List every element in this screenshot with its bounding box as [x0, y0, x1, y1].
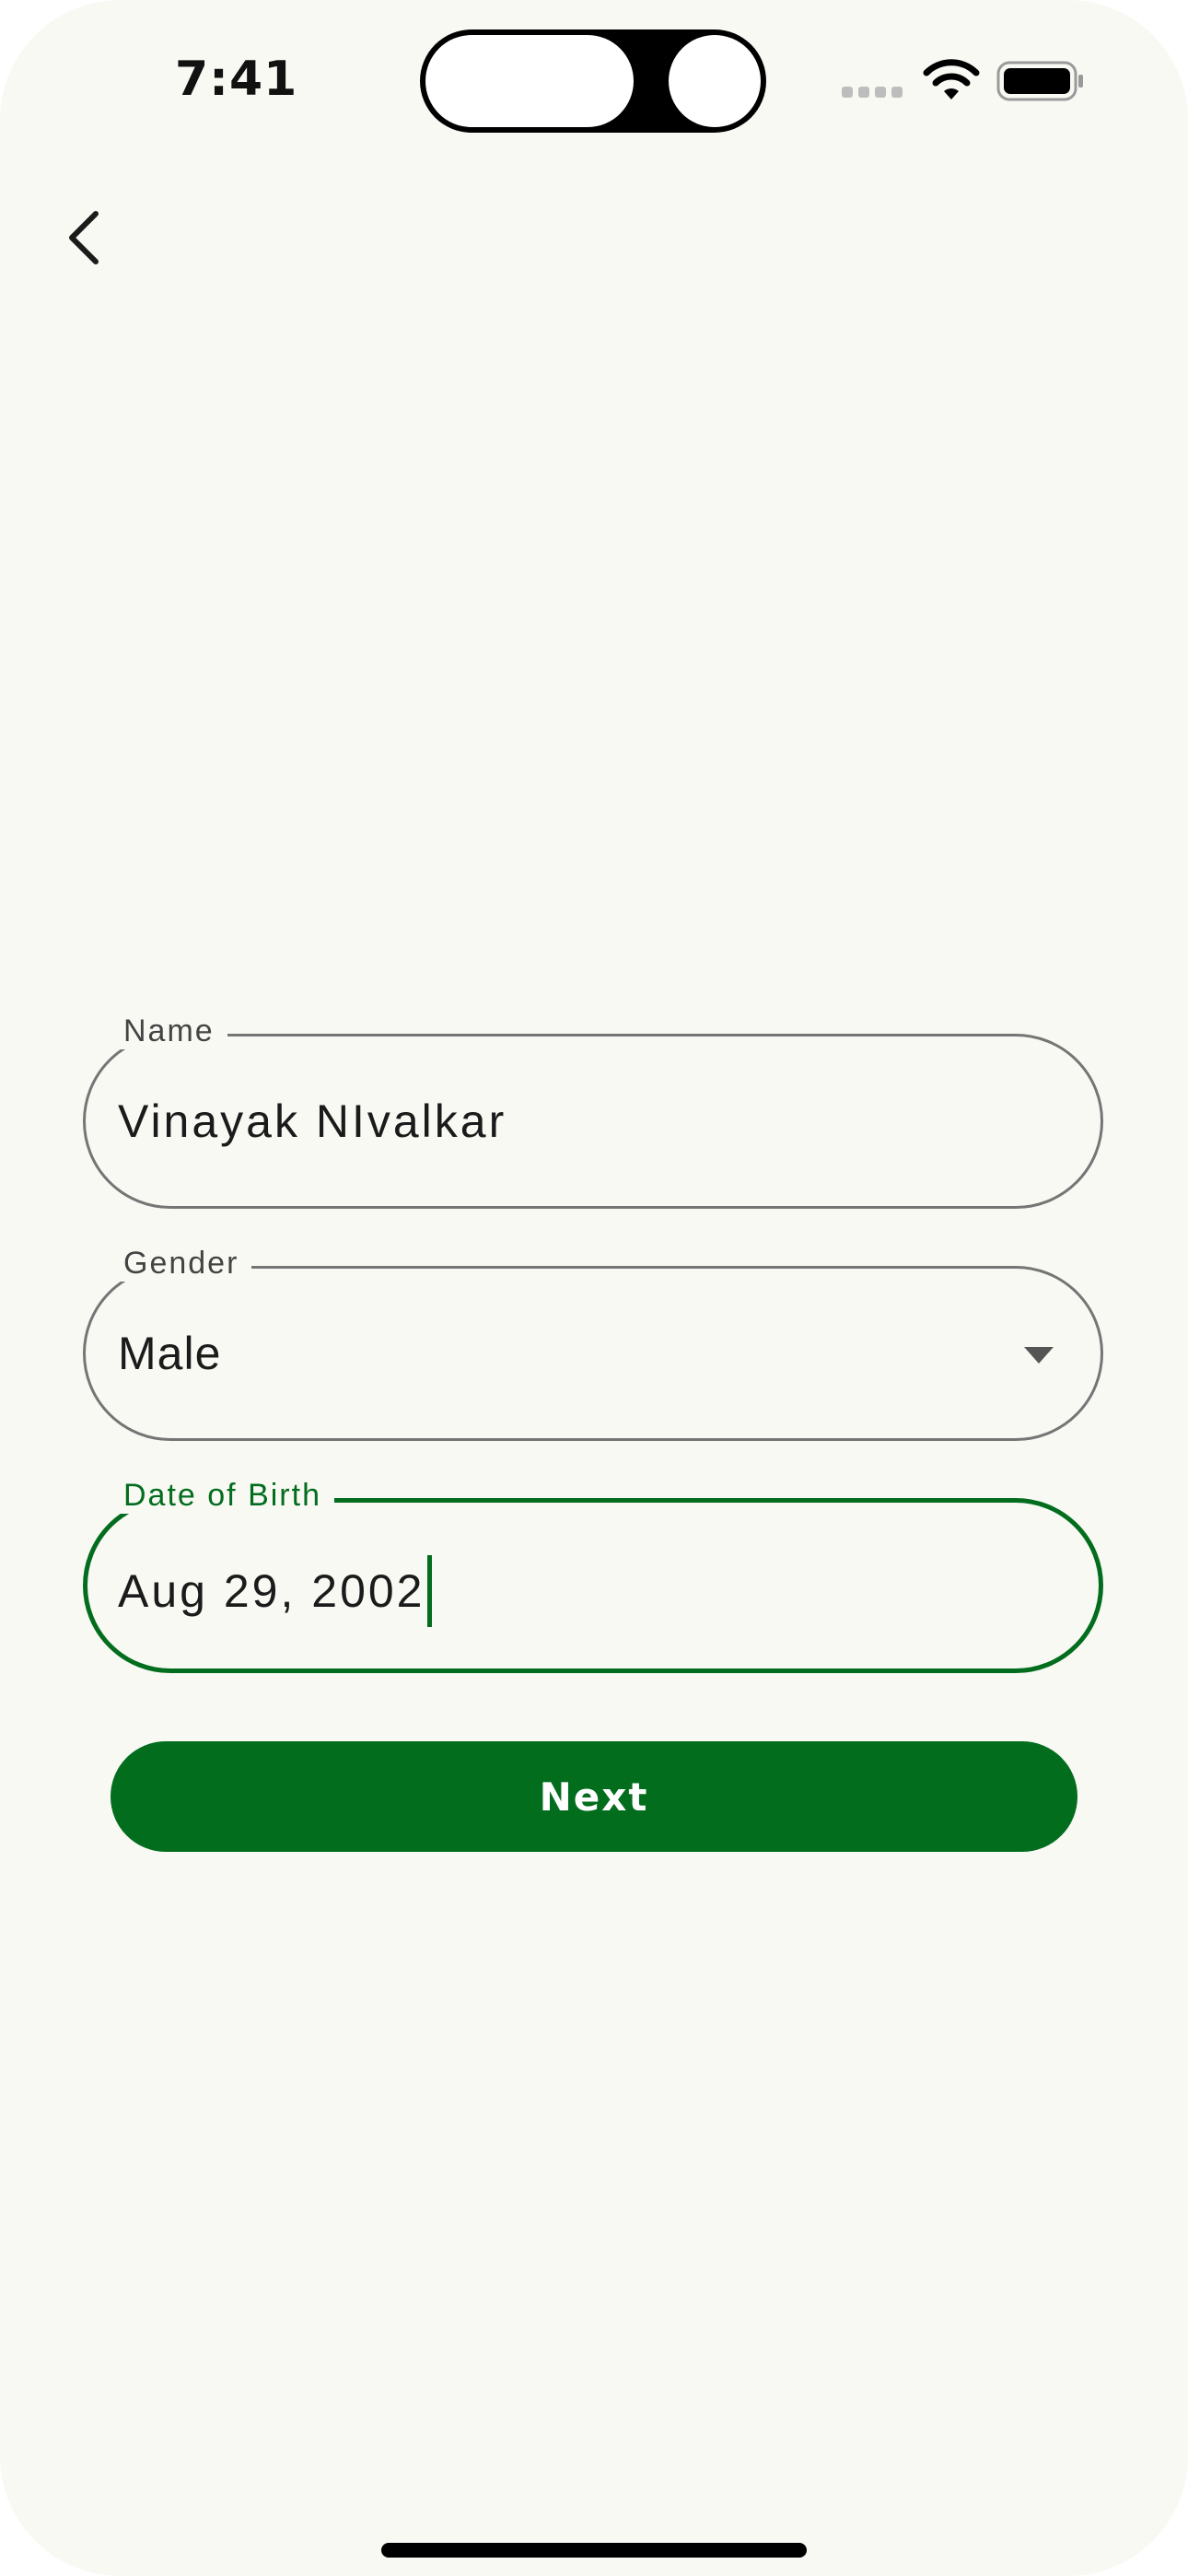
text-caret: [426, 1555, 432, 1627]
dynamic-island: [420, 29, 766, 133]
screen: 7:41 Name Vinayak NIvalkar Gender Male D…: [0, 0, 1188, 2576]
gender-dropdown-label: Gender: [111, 1246, 252, 1282]
island-dot: [669, 35, 761, 127]
status-time: 7:41: [175, 52, 298, 107]
name-field[interactable]: Name Vinayak NIvalkar: [83, 1013, 1103, 1209]
name-field-value[interactable]: Vinayak NIvalkar: [118, 1095, 507, 1148]
island-pill: [425, 35, 634, 127]
battery-icon: [996, 61, 1083, 101]
dob-field-label: Date of Birth: [111, 1478, 334, 1514]
gender-dropdown-outline: [83, 1266, 1103, 1441]
next-button[interactable]: Next: [111, 1741, 1077, 1852]
gender-dropdown-value[interactable]: Male: [118, 1327, 221, 1380]
gender-dropdown[interactable]: Gender Male: [83, 1246, 1103, 1441]
wifi-icon: [923, 59, 980, 100]
back-chevron-icon[interactable]: [55, 205, 120, 269]
dob-field-value-wrap[interactable]: Aug 29, 2002: [118, 1555, 432, 1631]
name-field-label: Name: [111, 1013, 227, 1049]
dob-field[interactable]: Date of Birth Aug 29, 2002: [83, 1478, 1103, 1673]
cellular-signal-icon: [842, 87, 903, 98]
home-indicator: [381, 2543, 807, 2558]
dropdown-arrow-icon[interactable]: [1024, 1347, 1054, 1364]
dob-field-value[interactable]: Aug 29, 2002: [118, 1565, 425, 1617]
